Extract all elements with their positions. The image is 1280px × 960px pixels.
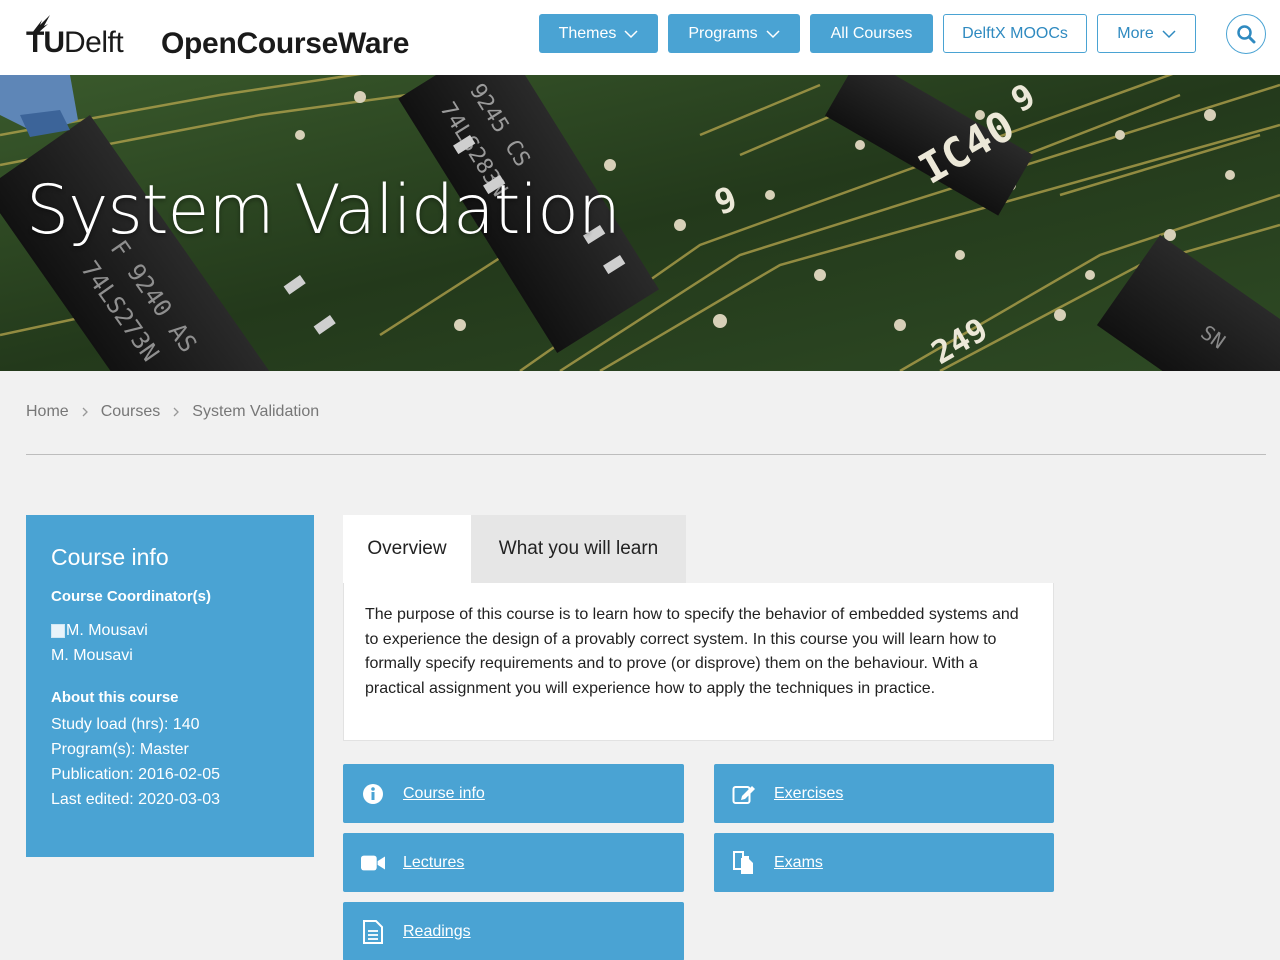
- site-header: TU Delft OpenCourseWare Themes Programs …: [0, 0, 1280, 75]
- brand-title[interactable]: OpenCourseWare: [161, 26, 409, 62]
- nav-themes-label: Themes: [558, 24, 617, 42]
- chevron-right-icon: [173, 407, 180, 417]
- coordinator-photo: M. Mousavi: [51, 621, 148, 641]
- nav-delftx-label: DelftX MOOCs: [962, 24, 1068, 42]
- readings-tile[interactable]: Readings: [343, 902, 684, 960]
- chevron-down-icon: [1162, 29, 1176, 38]
- search-icon: [1237, 25, 1256, 44]
- nav-themes-button[interactable]: Themes: [539, 14, 658, 53]
- edit-icon: [732, 782, 756, 806]
- copy-document-icon: [732, 850, 756, 875]
- nav-delftx-moocs-button[interactable]: DelftX MOOCs: [943, 14, 1087, 53]
- document-text-icon: [361, 919, 385, 944]
- lectures-link[interactable]: Lectures: [403, 854, 464, 872]
- exercises-tile[interactable]: Exercises: [714, 764, 1054, 823]
- course-info-tile[interactable]: Course info: [343, 764, 684, 823]
- video-camera-icon: [361, 851, 385, 875]
- programs: Program(s): Master: [51, 741, 189, 758]
- overview-panel: The purpose of this course is to learn h…: [343, 583, 1054, 741]
- breadcrumb-home[interactable]: Home: [26, 403, 69, 421]
- flame-icon: [32, 15, 50, 33]
- about-course-label: About this course: [51, 689, 179, 706]
- publication-date: Publication: 2016-02-05: [51, 766, 221, 783]
- coordinator-photo-alt: M. Mousavi: [66, 622, 148, 639]
- breadcrumb-courses[interactable]: Courses: [101, 403, 161, 421]
- divider: [26, 454, 1266, 455]
- tab-overview[interactable]: Overview: [343, 515, 471, 583]
- overview-text: The purpose of this course is to learn h…: [365, 606, 1019, 698]
- exercises-link[interactable]: Exercises: [774, 785, 843, 803]
- last-edited-date: Last edited: 2020-03-03: [51, 791, 221, 808]
- lectures-tile[interactable]: Lectures: [343, 833, 684, 892]
- logo-delft-text: Delft: [64, 26, 124, 59]
- study-load: Study load (hrs): 140: [51, 716, 200, 733]
- nav-programs-label: Programs: [688, 24, 758, 42]
- chevron-down-icon: [766, 29, 780, 38]
- nav-programs-button[interactable]: Programs: [668, 14, 800, 53]
- hero-banner: 9245 CS 74LS283N F 9240 AS 74LS273N SN I…: [0, 75, 1280, 371]
- tu-delft-logo[interactable]: TU Delft: [26, 14, 124, 59]
- info-icon: [361, 782, 385, 806]
- broken-image-icon: [51, 624, 65, 638]
- breadcrumb: Home Courses System Validation: [26, 403, 319, 421]
- nav-more-button[interactable]: More: [1097, 14, 1196, 53]
- tab-bar: Overview What you will learn: [343, 515, 686, 583]
- breadcrumb-current: System Validation: [192, 403, 320, 420]
- coordinators-label: Course Coordinator(s): [51, 588, 212, 605]
- chevron-right-icon: [82, 407, 88, 417]
- course-info-link[interactable]: Course info: [403, 785, 485, 803]
- tab-what-you-will-learn[interactable]: What you will learn: [471, 515, 686, 583]
- nav-all-courses-label: All Courses: [830, 24, 913, 42]
- course-info-title: Course info: [51, 544, 169, 570]
- readings-link[interactable]: Readings: [403, 923, 471, 941]
- course-info-box: Course info Course Coordinator(s) M. Mou…: [26, 515, 314, 857]
- coordinator-name: M. Mousavi: [51, 647, 133, 664]
- nav-more-label: More: [1117, 24, 1154, 42]
- search-button[interactable]: [1226, 14, 1266, 54]
- exams-tile[interactable]: Exams: [714, 833, 1054, 892]
- exams-link[interactable]: Exams: [774, 854, 823, 872]
- chevron-down-icon: [624, 29, 638, 38]
- nav-all-courses-button[interactable]: All Courses: [810, 14, 933, 53]
- page-title: System Validation: [26, 171, 621, 250]
